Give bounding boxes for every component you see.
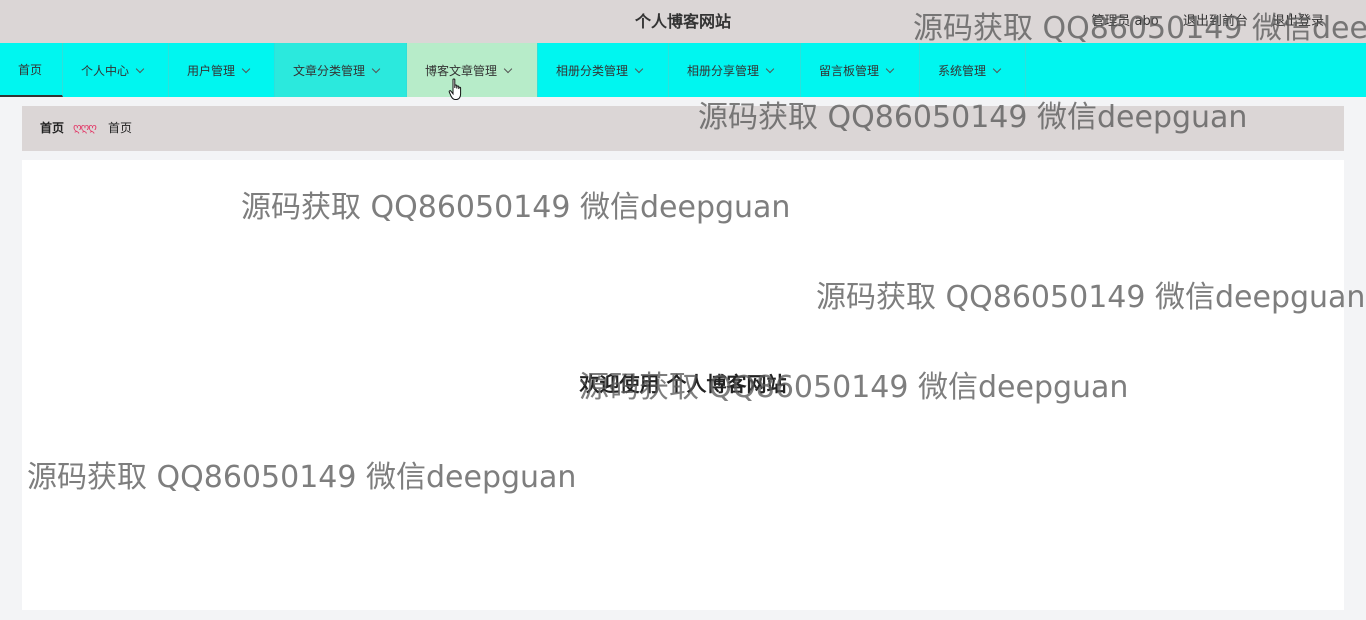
nav-item-album-share[interactable]: 相册分享管理 xyxy=(669,43,801,97)
nav-item-article-category[interactable]: 文章分类管理 xyxy=(275,43,407,97)
chevron-down-icon xyxy=(634,64,644,74)
chevron-down-icon xyxy=(992,64,1002,74)
nav-item-label: 文章分类管理 xyxy=(293,64,366,78)
welcome-message: 欢迎使用 个人博客网站 xyxy=(579,372,787,396)
chevron-down-icon xyxy=(135,64,145,74)
nav-item-label: 系统管理 xyxy=(938,64,987,78)
chevron-down-icon xyxy=(503,64,513,74)
chevron-down-icon xyxy=(241,64,251,74)
top-header: 个人博客网站 管理员 abo 退出到前台 退出登录 xyxy=(0,0,1366,43)
nav-item-home[interactable]: 首页 xyxy=(0,43,63,97)
nav-item-personal-center[interactable]: 个人中心 xyxy=(63,43,169,97)
breadcrumb-home[interactable]: 首页 xyxy=(40,106,64,150)
nav-item-album-category[interactable]: 相册分类管理 xyxy=(538,43,669,97)
breadcrumb-separator-icon: ღღღ xyxy=(73,121,97,134)
nav-item-label: 相册分类管理 xyxy=(556,64,629,78)
hand-cursor-icon xyxy=(448,78,462,100)
main-nav: 首页 个人中心 用户管理 文章分类管理 博客文章管理 相册分类管理 相册分享管理… xyxy=(0,43,1366,97)
chevron-down-icon xyxy=(371,64,381,74)
nav-item-label: 首页 xyxy=(18,63,43,77)
breadcrumb: 首页 ღღღ 首页 xyxy=(22,106,1344,151)
breadcrumb-current: 首页 xyxy=(108,121,133,135)
header-links: 管理员 abo 退出到前台 退出登录 xyxy=(1071,0,1324,43)
nav-item-label: 相册分享管理 xyxy=(687,64,760,78)
nav-item-blog-articles[interactable]: 博客文章管理 xyxy=(407,43,538,97)
main-content: 欢迎使用 个人博客网站 xyxy=(22,160,1344,610)
chevron-down-icon xyxy=(885,64,895,74)
chevron-down-icon xyxy=(765,64,775,74)
nav-item-label: 博客文章管理 xyxy=(425,64,498,78)
nav-item-label: 留言板管理 xyxy=(819,64,880,78)
nav-item-label: 个人中心 xyxy=(81,64,130,78)
nav-item-label: 用户管理 xyxy=(187,64,236,78)
nav-item-message-board[interactable]: 留言板管理 xyxy=(801,43,920,97)
admin-user-label: 管理员 abo xyxy=(1091,14,1159,29)
nav-item-user-management[interactable]: 用户管理 xyxy=(169,43,275,97)
exit-to-frontend-link[interactable]: 退出到前台 xyxy=(1183,14,1248,29)
logout-link[interactable]: 退出登录 xyxy=(1272,14,1324,29)
nav-item-system-management[interactable]: 系统管理 xyxy=(920,43,1026,97)
